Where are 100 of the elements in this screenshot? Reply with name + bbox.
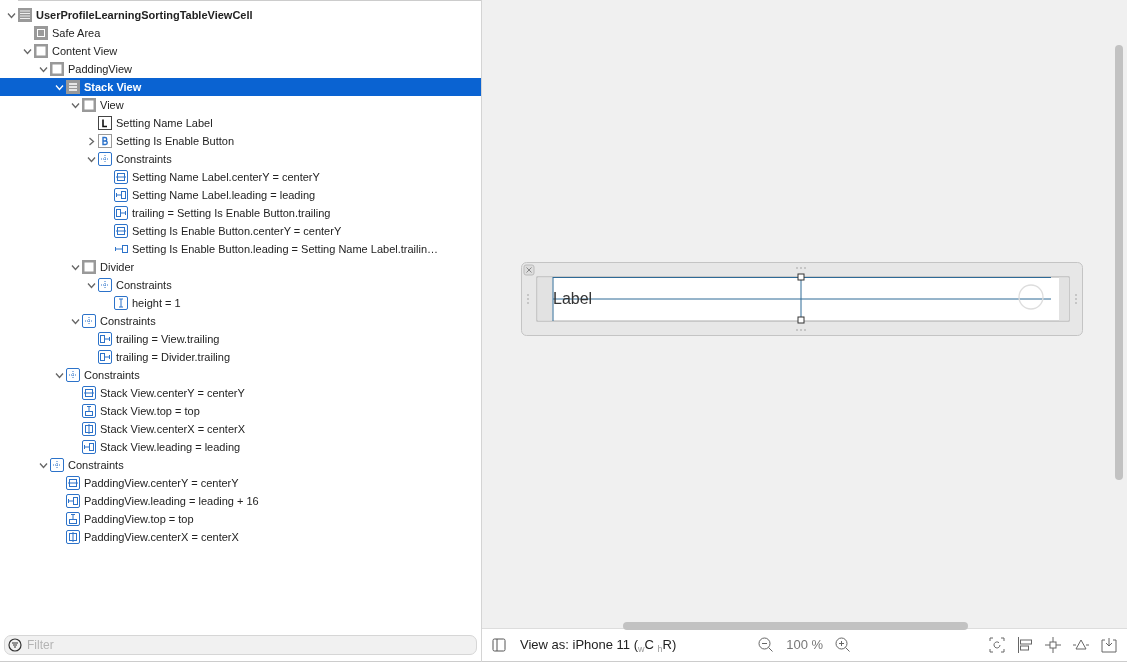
outline-label: Setting Is Enable Button.leading = Setting Name Label.trailin… [132,241,439,257]
outline-label: Constraints [116,277,172,293]
outline-row[interactable]: Stack View.centerX = centerX [0,420,481,438]
outline-row[interactable]: Setting Is Enable Button.centerY = centerY [0,222,481,240]
center-y-constraint-icon [114,170,128,184]
center-y-constraint-icon [66,476,80,490]
outline-label: Stack View.leading = leading [100,439,241,455]
constraints-icon [82,314,96,328]
view-icon [82,98,96,112]
outline-row[interactable]: Stack View.top = top [0,402,481,420]
label-icon [98,116,112,130]
outline-row[interactable]: Constraints [0,150,481,168]
constraints-icon [98,152,112,166]
outline-label: trailing = Divider.trailing [116,349,231,365]
filter-icon [8,638,22,652]
disclosure-chevron-icon[interactable] [70,316,80,326]
center-x-constraint-icon [82,422,96,436]
triangle-icon[interactable] [1073,637,1089,653]
outline-row[interactable]: trailing = Divider.trailing [0,348,481,366]
outline-row[interactable]: Setting Is Enable Button.leading = Setting Name Label.trailin… [0,240,481,258]
outline-row[interactable]: Setting Name Label.leading = leading [0,186,481,204]
outline-label: Setting Name Label [116,115,213,131]
leading-constraint-icon [114,188,128,202]
vertical-scrollbar[interactable] [1115,45,1123,480]
outline-row[interactable]: Constraints [0,456,481,474]
outline-row[interactable]: Constraints [0,366,481,384]
disclosure-chevron-icon[interactable] [38,460,48,470]
sidebar-toggle-icon[interactable] [492,638,506,652]
outline-label: Setting Is Enable Button [116,133,235,149]
download-icon[interactable] [1101,637,1117,653]
outline-row[interactable]: UserProfileLearningSortingTableViewCell [0,6,481,24]
outline-row[interactable]: Stack View.centerY = centerY [0,384,481,402]
leading-constraint-icon [66,494,80,508]
table-cell-icon [18,8,32,22]
outline-row[interactable]: Content View [0,42,481,60]
outline-label: Safe Area [52,25,101,41]
outline-label: Content View [52,43,118,59]
spacing-constraint-icon [114,242,128,256]
outline-row[interactable]: Constraints [0,312,481,330]
outline-label: Setting Is Enable Button.centerY = centerY [132,223,342,239]
outline-row[interactable]: Constraints [0,276,481,294]
zoom-in-icon[interactable] [835,637,852,653]
outline-row[interactable]: Setting Is Enable Button [0,132,481,150]
view-icon [34,44,48,58]
outline-row[interactable]: Setting Name Label [0,114,481,132]
outline-row[interactable]: PaddingView.centerY = centerY [0,474,481,492]
pin-icon[interactable] [1045,637,1061,653]
safe-area-icon [34,26,48,40]
outline-label: PaddingView [68,61,132,77]
align-icon[interactable] [1017,637,1033,653]
trailing-constraint-icon [114,206,128,220]
filter-field[interactable]: Filter [4,635,477,655]
outline-label: Constraints [84,367,140,383]
outline-row[interactable]: Stack View.leading = leading [0,438,481,456]
outline-label: trailing = Setting Is Enable Button.trailing [132,205,331,221]
outline-row[interactable]: PaddingView.top = top [0,510,481,528]
outline-label: Stack View.centerY = centerY [100,385,245,401]
outline-row[interactable]: trailing = View.trailing [0,330,481,348]
outline-label: height = 1 [132,295,181,311]
outline-row[interactable]: PaddingView.centerX = centerX [0,528,481,546]
outline-row[interactable]: Divider [0,258,481,276]
outline-label: trailing = View.trailing [116,331,220,347]
outline-label: PaddingView.centerX = centerX [84,529,239,545]
outline-label: PaddingView.top = top [84,511,194,527]
trailing-constraint-icon [98,332,112,346]
top-constraint-icon [66,512,80,526]
outline-row[interactable]: trailing = Setting Is Enable Button.trailing [0,204,481,222]
outline-row[interactable]: height = 1 [0,294,481,312]
constraints-icon [98,278,112,292]
outline-label: UserProfileLearningSortingTableViewCell [36,7,253,23]
outline-row[interactable]: Setting Name Label.centerY = centerY [0,168,481,186]
outline-label: PaddingView.leading = leading + 16 [84,493,259,509]
zoom-out-icon[interactable] [758,637,775,653]
cell-label: Label [553,289,593,309]
outline-label: Constraints [68,457,124,473]
leading-constraint-icon [82,440,96,454]
outline-label: Stack View [84,79,142,95]
outline-label: Divider [100,259,135,275]
outline-row[interactable]: View [0,96,481,114]
view-icon [82,260,96,274]
outline-label: Stack View.top = top [100,403,200,419]
view-icon [50,62,64,76]
constraints-icon [50,458,64,472]
outline-row[interactable]: Stack View [0,78,481,96]
stack-view-icon [66,80,80,94]
outline-label: PaddingView.centerY = centerY [84,475,239,491]
height-constraint-icon [114,296,128,310]
refresh-icon[interactable] [989,637,1005,653]
outline-row[interactable]: PaddingView.leading = leading + 16 [0,492,481,510]
outline-label: View [100,97,124,113]
zoom-level: 100 % [786,636,824,655]
view-as-label[interactable]: View as: iPhone 11 ($_{w}$C $_{h}$R) [520,635,677,655]
top-constraint-icon [82,404,96,418]
outline-label: Stack View.centerX = centerX [100,421,245,437]
outline-row[interactable]: PaddingView [0,60,481,78]
disclosure-chevron-icon[interactable] [6,10,16,20]
outline-row[interactable]: Safe Area [0,24,481,42]
disclosure-chevron-icon[interactable] [54,370,64,380]
horizontal-scrollbar[interactable] [623,622,968,630]
trailing-constraint-icon [98,350,112,364]
